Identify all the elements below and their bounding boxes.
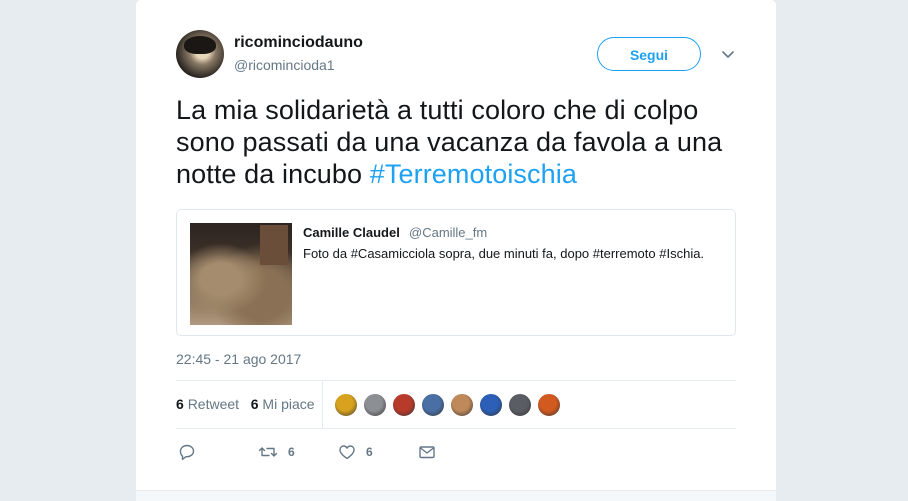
retweet-label[interactable]: Retweet — [188, 396, 239, 412]
retweet-icon — [258, 447, 278, 457]
liker-avatar[interactable] — [508, 393, 532, 417]
liker-avatar[interactable] — [334, 393, 358, 417]
liker-avatar[interactable] — [421, 393, 445, 417]
like-count[interactable]: 6 — [251, 396, 259, 412]
divider — [176, 380, 736, 381]
quoted-tweet-text: Foto da #Casamicciola sopra, due minuti … — [303, 246, 705, 261]
reply-icon — [179, 444, 195, 460]
like-button[interactable]: 6 — [338, 442, 373, 462]
divider — [176, 428, 736, 429]
liker-avatar[interactable] — [450, 393, 474, 417]
quoted-tweet-image[interactable] — [190, 223, 292, 325]
retweet-action-count: 6 — [288, 445, 295, 459]
quoted-tweet[interactable]: Camille Claudel @Camille_fm Foto da #Cas… — [176, 209, 736, 336]
direct-message-button[interactable] — [418, 442, 436, 462]
tweet-timestamp[interactable]: 22:45 - 21 ago 2017 — [176, 351, 301, 367]
envelope-icon — [419, 446, 435, 459]
tweet-card: ricominciodauno @ricomincioda1 Segui La … — [136, 0, 776, 501]
hashtag-link[interactable]: #Terremotoischia — [370, 159, 577, 189]
tweet-stats: 6 Retweet 6 Mi piace — [176, 396, 315, 412]
retweet-count[interactable]: 6 — [176, 396, 184, 412]
tweet-actions: 6 6 — [176, 442, 736, 462]
author-avatar[interactable] — [176, 30, 224, 78]
liker-avatar[interactable] — [479, 393, 503, 417]
quoted-author-handle[interactable]: @Camille_fm — [409, 225, 487, 240]
retweet-button[interactable]: 6 — [258, 442, 295, 462]
liker-avatar[interactable] — [363, 393, 387, 417]
avatar-hair — [184, 36, 216, 54]
image-building — [260, 225, 288, 265]
like-action-count: 6 — [366, 445, 373, 459]
author-name[interactable]: ricominciodauno — [234, 34, 363, 52]
heart-icon — [339, 445, 355, 460]
chevron-down-icon[interactable] — [720, 46, 736, 62]
liker-avatar[interactable] — [392, 393, 416, 417]
quoted-author-name[interactable]: Camille Claudel — [303, 225, 400, 240]
reply-button[interactable] — [178, 442, 196, 462]
author-handle[interactable]: @ricomincioda1 — [234, 57, 335, 73]
tweet-text: La mia solidarietà a tutti coloro che di… — [176, 94, 746, 190]
like-label[interactable]: Mi piace — [262, 396, 314, 412]
stats-separator — [322, 381, 323, 428]
liker-avatar[interactable] — [537, 393, 561, 417]
follow-button[interactable]: Segui — [597, 37, 701, 71]
card-footer-strip — [136, 490, 776, 501]
